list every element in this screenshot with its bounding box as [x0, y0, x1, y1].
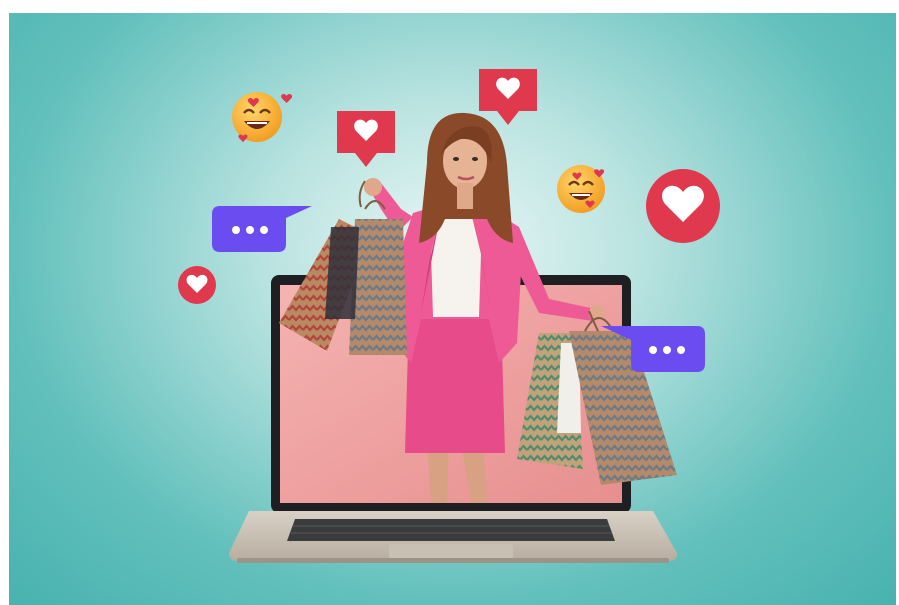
laptop-trackpad	[389, 544, 513, 558]
emoji-smile-hearts-icon	[232, 92, 293, 142]
heart-notification-icon	[337, 111, 395, 167]
emoji-smile-hearts-icon	[557, 165, 605, 213]
heart-circle-icon	[646, 169, 720, 243]
heart-notification-icon	[479, 69, 537, 125]
laptop-keyboard	[287, 519, 615, 541]
illustration	[178, 69, 720, 563]
heart-circle-icon	[178, 266, 216, 304]
promo-scene	[9, 13, 896, 605]
pink-skirt	[405, 313, 505, 453]
image-frame	[0, 0, 899, 605]
chat-typing-bubble-icon	[212, 206, 312, 252]
